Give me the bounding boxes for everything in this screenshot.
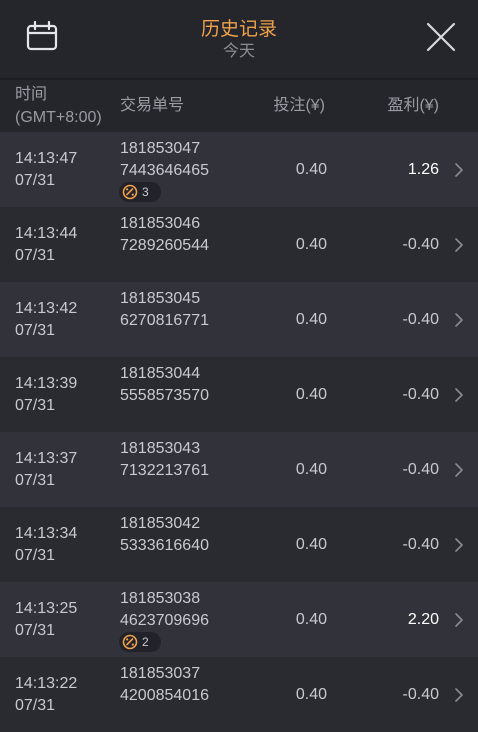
- row-transaction-id-part1: 181853044: [120, 365, 201, 382]
- chevron-right-icon[interactable]: [454, 612, 464, 628]
- header-bar: 历史记录 今天: [0, 0, 478, 80]
- free-spin-icon: [122, 634, 138, 650]
- row-transaction-id-part2: 4200854016: [120, 687, 209, 704]
- row-transaction-id-part2: 7132213761: [120, 462, 209, 479]
- row-transaction-id-part1: 181853047: [120, 140, 201, 157]
- row-transaction-id-part1: 181853046: [120, 215, 201, 232]
- history-row[interactable]: 14:13:34 07/31 181853042 5333616640 0.40 -0.4…: [0, 507, 478, 582]
- chevron-right-icon[interactable]: [454, 162, 464, 178]
- chevron-right-icon[interactable]: [454, 312, 464, 328]
- row-transaction-id-part2: 7289260544: [120, 237, 209, 254]
- row-bet-amount: 0.40: [295, 161, 327, 178]
- row-transaction-id-part1: 181853045: [120, 290, 201, 307]
- free-spin-badge: 2: [119, 632, 161, 652]
- table-header: 时间 (GMT+8:00) 交易单号 投注(¥) 盈利(¥): [0, 80, 478, 132]
- row-transaction-id-part1: 181853042: [120, 515, 201, 532]
- row-time: 14:13:47: [15, 150, 78, 167]
- row-profit: 1.26: [407, 161, 439, 178]
- history-list: 14:13:47 07/31 181853047 7443646465 3 0.40 1.2…: [0, 132, 478, 732]
- column-timezone-label: (GMT+8:00): [15, 109, 102, 126]
- free-spin-count: 2: [142, 635, 149, 649]
- row-profit: -0.40: [402, 536, 439, 553]
- row-time: 14:13:39: [15, 375, 78, 392]
- row-time: 14:13:42: [15, 300, 78, 317]
- chevron-right-icon[interactable]: [454, 237, 464, 253]
- column-time-label: 时间: [15, 86, 48, 103]
- row-date: 07/31: [15, 547, 56, 564]
- row-time: 14:13:34: [15, 525, 78, 542]
- row-date: 07/31: [15, 472, 56, 489]
- row-time: 14:13:44: [15, 225, 78, 242]
- row-profit: -0.40: [402, 236, 439, 253]
- history-row[interactable]: 14:13:37 07/31 181853043 7132213761 0.40 -0.4…: [0, 432, 478, 507]
- row-bet-amount: 0.40: [295, 386, 327, 403]
- row-profit: -0.40: [402, 386, 439, 403]
- column-transaction-label: 交易单号: [120, 97, 185, 114]
- row-transaction-id-part2: 5558573570: [120, 387, 209, 404]
- history-row[interactable]: 14:13:22 07/31 181853037 4200854016 0.40 -0.4…: [0, 657, 478, 732]
- row-date: 07/31: [15, 322, 56, 339]
- row-transaction-id-part1: 181853037: [120, 665, 201, 682]
- row-date: 07/31: [15, 172, 56, 189]
- chevron-right-icon[interactable]: [454, 537, 464, 553]
- row-transaction-id-part2: 5333616640: [120, 537, 209, 554]
- chevron-right-icon[interactable]: [454, 387, 464, 403]
- row-transaction-id-part2: 4623709696: [120, 612, 209, 629]
- row-time: 14:13:37: [15, 450, 78, 467]
- row-bet-amount: 0.40: [295, 236, 327, 253]
- chevron-right-icon[interactable]: [454, 687, 464, 703]
- free-spin-count: 3: [142, 185, 149, 199]
- row-bet-amount: 0.40: [295, 461, 327, 478]
- row-bet-amount: 0.40: [295, 611, 327, 628]
- history-row[interactable]: 14:13:39 07/31 181853044 5558573570 0.40 -0.4…: [0, 357, 478, 432]
- row-transaction-id-part1: 181853043: [120, 440, 201, 457]
- row-profit: -0.40: [402, 686, 439, 703]
- row-date: 07/31: [15, 397, 56, 414]
- row-transaction-id-part2: 7443646465: [120, 162, 209, 179]
- row-date: 07/31: [15, 247, 56, 264]
- free-spin-icon: [122, 184, 138, 200]
- row-profit: -0.40: [402, 311, 439, 328]
- row-profit: -0.40: [402, 461, 439, 478]
- row-bet-amount: 0.40: [295, 686, 327, 703]
- close-icon[interactable]: [424, 20, 458, 54]
- date-filter-label: 今天: [222, 43, 255, 60]
- row-transaction-id-part1: 181853038: [120, 590, 201, 607]
- free-spin-badge: 3: [119, 182, 161, 202]
- row-bet-amount: 0.40: [295, 311, 327, 328]
- history-row[interactable]: 14:13:42 07/31 181853045 6270816771 0.40 -0.4…: [0, 282, 478, 357]
- history-row[interactable]: 14:13:44 07/31 181853046 7289260544 0.40 -0.4…: [0, 207, 478, 282]
- column-bet-label: 投注(¥): [273, 97, 325, 114]
- row-time: 14:13:25: [15, 600, 78, 617]
- page-title: 历史记录: [200, 19, 277, 40]
- row-time: 14:13:22: [15, 675, 78, 692]
- column-profit-label: 盈利(¥): [387, 97, 439, 114]
- history-row[interactable]: 14:13:25 07/31 181853038 4623709696 2 0.40 2.2…: [0, 582, 478, 657]
- row-date: 07/31: [15, 622, 56, 639]
- row-date: 07/31: [15, 697, 56, 714]
- row-transaction-id-part2: 6270816771: [120, 312, 209, 329]
- chevron-right-icon[interactable]: [454, 462, 464, 478]
- history-row[interactable]: 14:13:47 07/31 181853047 7443646465 3 0.40 1.2…: [0, 132, 478, 207]
- row-bet-amount: 0.40: [295, 536, 327, 553]
- row-profit: 2.20: [407, 611, 439, 628]
